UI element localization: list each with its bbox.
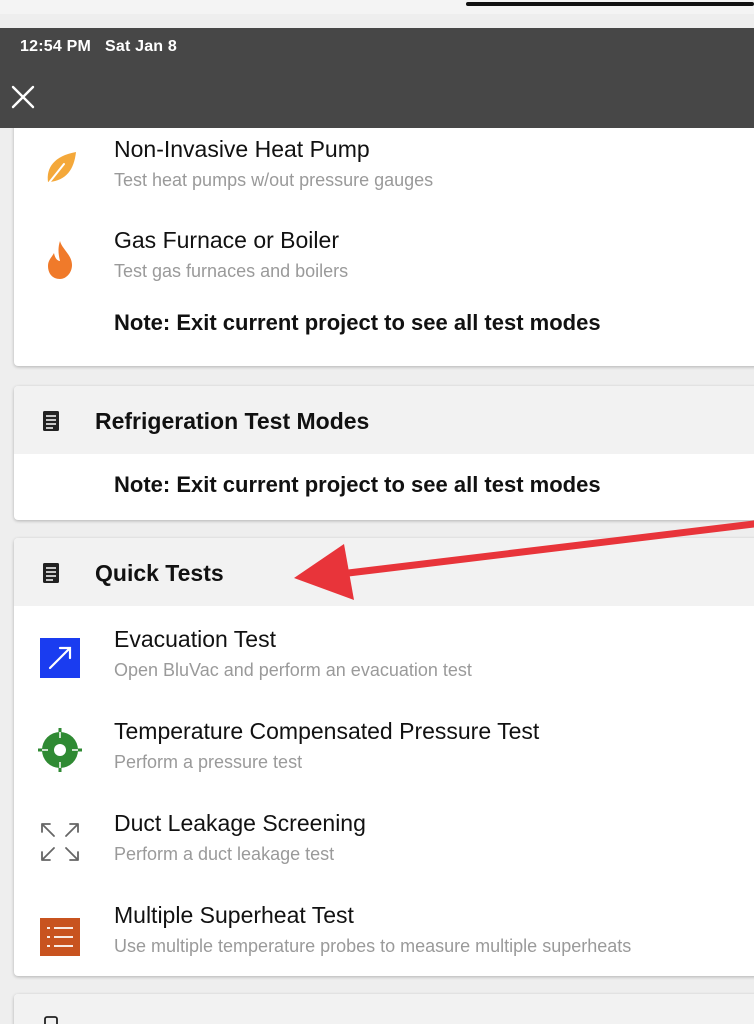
document-icon — [43, 563, 59, 583]
target-icon — [38, 728, 82, 772]
phone-icon — [44, 1016, 58, 1024]
list-item-evacuation-test[interactable]: Evacuation Test Open BluVac and perform … — [14, 626, 754, 706]
refrigeration-header[interactable]: Refrigeration Test Modes — [14, 386, 754, 454]
status-time-date: 12:54 PM Sat Jan 8 — [20, 38, 191, 56]
item-subtitle: Use multiple temperature probes to measu… — [114, 936, 632, 956]
section-title: Quick Tests — [95, 560, 224, 586]
item-title: Temperature Compensated Pressure Test — [114, 718, 540, 744]
section-title: Refrigeration Test Modes — [95, 408, 370, 434]
status-bar: 12:54 PM Sat Jan 8 — [0, 28, 754, 128]
item-subtitle: Perform a duct leakage test — [114, 844, 335, 864]
exit-project-note: Note: Exit current project to see all te… — [114, 472, 601, 497]
document-icon — [43, 411, 59, 431]
flame-icon — [48, 241, 72, 279]
next-section-header[interactable] — [14, 994, 754, 1024]
list-item-duct-leakage[interactable]: Duct Leakage Screening Perform a duct le… — [14, 810, 754, 890]
item-title: Multiple Superheat Test — [114, 902, 354, 928]
item-title: Non-Invasive Heat Pump — [114, 136, 370, 162]
status-time: 12:54 PM — [20, 38, 91, 55]
quick-tests-card: Quick Tests Evacuation Test Open BluVac … — [14, 538, 754, 976]
leaf-icon — [47, 152, 76, 185]
item-subtitle: Test gas furnaces and boilers — [114, 261, 349, 281]
window-handle — [466, 2, 754, 6]
list-item-gas-furnace[interactable]: Gas Furnace or Boiler Test gas furnaces … — [14, 227, 754, 307]
list-icon — [40, 918, 80, 956]
item-subtitle: Perform a pressure test — [114, 752, 303, 772]
item-subtitle: Open BluVac and perform an evacuation te… — [114, 660, 472, 680]
test-modes-card: Non-Invasive Heat Pump Test heat pumps w… — [14, 128, 754, 366]
item-title: Duct Leakage Screening — [114, 810, 366, 836]
next-section-card — [14, 994, 754, 1024]
quick-tests-header[interactable]: Quick Tests — [14, 538, 754, 606]
top-strip — [0, 0, 754, 14]
test-mode-list[interactable]: Non-Invasive Heat Pump Test heat pumps w… — [0, 128, 754, 1024]
item-title: Evacuation Test — [114, 626, 276, 652]
list-item-pressure-test[interactable]: Temperature Compensated Pressure Test Pe… — [14, 718, 754, 798]
item-title: Gas Furnace or Boiler — [114, 227, 339, 253]
list-item-non-invasive-heat-pump[interactable]: Non-Invasive Heat Pump Test heat pumps w… — [14, 136, 754, 216]
evacuation-icon — [40, 638, 80, 678]
close-icon[interactable] — [10, 84, 36, 110]
status-date: Sat Jan 8 — [104, 38, 178, 55]
exit-project-note: Note: Exit current project to see all te… — [114, 310, 601, 335]
expand-arrows-icon — [41, 823, 79, 861]
list-item-multiple-superheat[interactable]: Multiple Superheat Test Use multiple tem… — [14, 902, 754, 982]
item-subtitle: Test heat pumps w/out pressure gauges — [114, 170, 434, 190]
refrigeration-test-modes-card: Refrigeration Test Modes Note: Exit curr… — [14, 386, 754, 520]
